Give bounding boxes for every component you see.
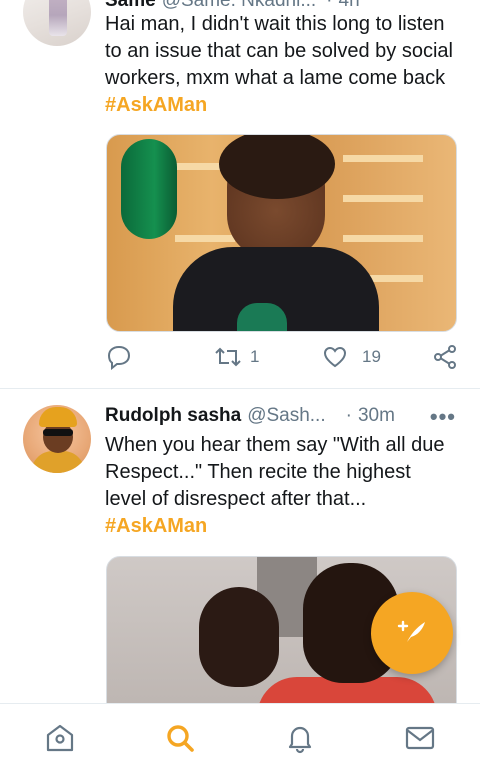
home-icon [44,722,76,759]
share-icon [432,344,458,370]
search-icon [164,722,196,759]
tweet-body: When you hear them say "With all due Res… [105,434,445,510]
mail-icon [404,722,436,759]
separator-dot: · [345,405,352,426]
tweet[interactable]: Same @Same. Nkadhi... · 4h Hai man, I di… [0,0,480,388]
reply-icon [106,344,132,370]
like-count: 19 [362,347,381,366]
nav-search[interactable] [162,722,198,758]
retweet-button[interactable]: 1 [214,344,259,370]
more-options-icon[interactable]: ••• [430,404,456,430]
hashtag-link[interactable]: #AskAMan [105,515,207,537]
retweet-icon [214,344,242,370]
reply-button[interactable] [106,344,132,370]
author-handle: @Sash... [247,405,326,426]
tweet-time: 30m [357,405,395,426]
tweet-body: Hai man, I didn't wait this long to list… [105,13,453,89]
tweet-text: When you hear them say "With all due Res… [105,432,455,540]
tweet-divider [0,388,480,389]
bell-icon [284,722,316,759]
nav-messages[interactable] [402,722,438,758]
nav-home[interactable] [42,722,78,758]
like-button[interactable]: 19 [322,344,381,370]
tweet-text: Hai man, I didn't wait this long to list… [105,11,455,119]
avatar[interactable] [23,405,91,473]
bottom-navigation [0,703,480,769]
tweet-actions: 1 19 [0,344,480,374]
author-name[interactable]: Rudolph sasha [105,405,241,427]
tweet-image[interactable] [106,134,457,332]
nav-notifications[interactable] [282,722,318,758]
compose-button[interactable] [371,592,453,674]
share-button[interactable] [432,344,458,370]
retweet-count: 1 [250,347,260,366]
tweet-header: Rudolph sasha @Sash... · 30m [105,401,395,431]
hashtag-link[interactable]: #AskAMan [105,94,207,116]
heart-icon [322,344,348,370]
compose-icon [395,614,429,653]
avatar[interactable] [23,0,91,46]
